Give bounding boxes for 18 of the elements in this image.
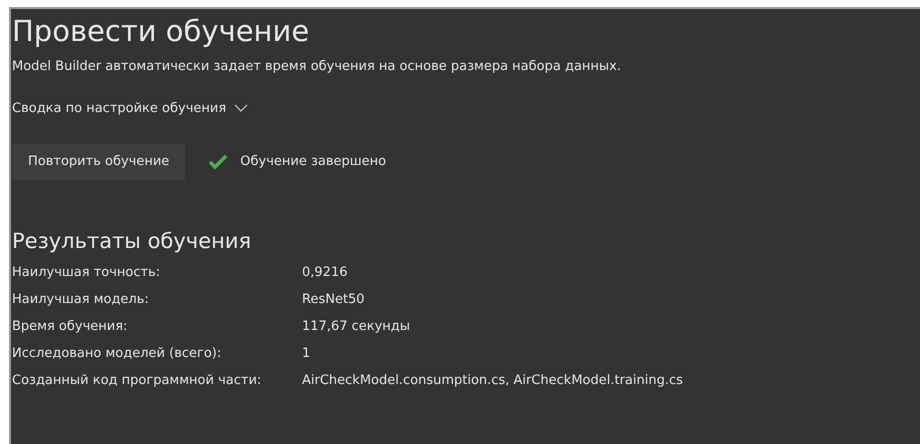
retrain-button[interactable]: Повторить обучение — [12, 144, 186, 180]
chevron-icon — [234, 104, 248, 112]
summary-toggle[interactable]: Сводка по настройке обучения — [12, 98, 248, 118]
result-label: Время обучения: — [12, 318, 128, 336]
result-value: 0,9216 — [302, 264, 348, 282]
result-label: Исследовано моделей (всего): — [12, 345, 222, 364]
results-heading: Результаты обучения — [12, 228, 252, 255]
result-label: Созданный код программной части: — [12, 372, 262, 390]
checkmark-icon — [208, 154, 228, 170]
result-label: Наилучшая точность: — [12, 264, 162, 282]
page-title: Провести обучение — [12, 13, 310, 49]
description: Model Builder автоматически задает время обучения на основе размера набора данных. — [12, 58, 621, 76]
result-label: Наилучшая модель: — [12, 291, 150, 310]
result-value: AirCheckModel.consumption.cs, AirCheckModel.training.cs — [302, 372, 683, 390]
status-text: Обучение завершено — [240, 153, 386, 172]
result-value: 117,67 секунды — [302, 318, 410, 336]
result-value: ResNet50 — [302, 291, 365, 310]
result-value: 1 — [302, 345, 310, 364]
